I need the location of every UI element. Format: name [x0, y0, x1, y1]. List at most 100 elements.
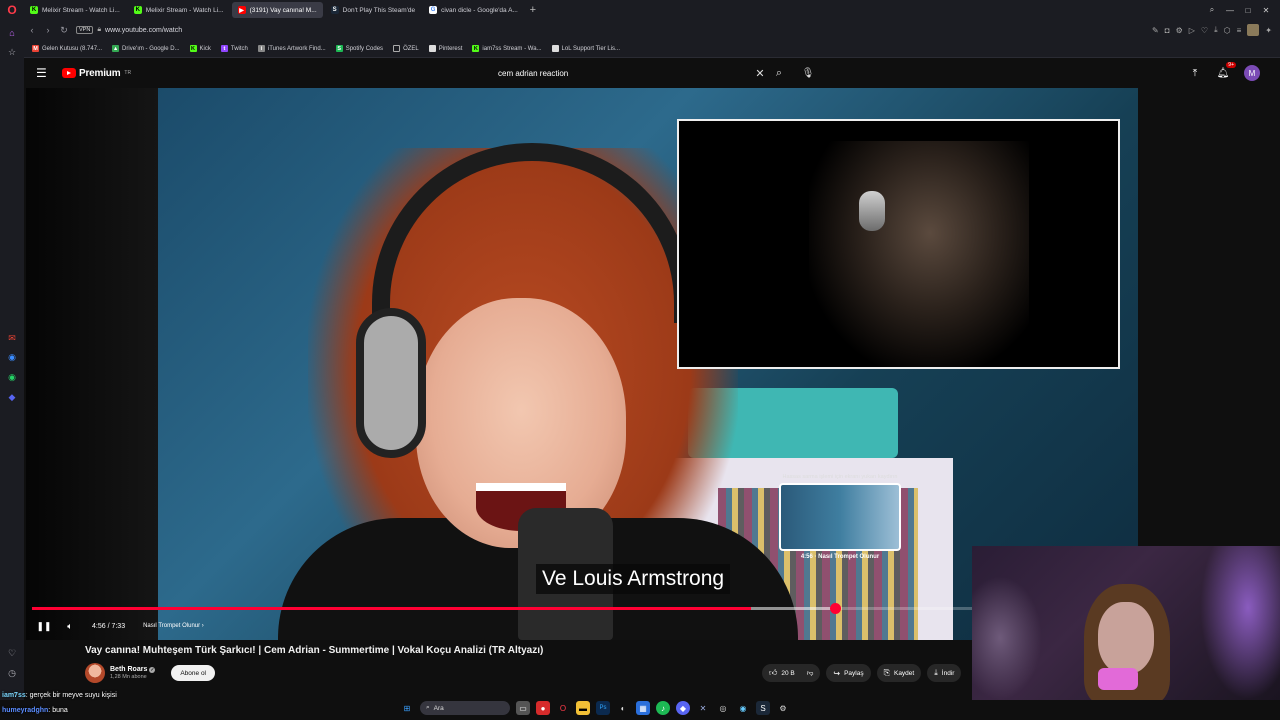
bookmark-folder[interactable]: ÖZEL: [393, 45, 419, 52]
vpn-badge[interactable]: VPN: [76, 26, 94, 34]
discord-icon[interactable]: ◆: [676, 701, 690, 715]
drive-icon: ▲: [112, 45, 120, 52]
channel-avatar[interactable]: [85, 663, 105, 683]
task-view-icon[interactable]: ▭: [516, 701, 530, 715]
back-button[interactable]: ‹: [24, 22, 40, 38]
search-tabs-icon[interactable]: ⌕: [1204, 2, 1220, 18]
notifications-bell-icon[interactable]: 🔔︎ 9+: [1216, 62, 1236, 80]
app-icon[interactable]: ⚙: [776, 701, 790, 715]
messenger-icon[interactable]: ◉: [5, 351, 19, 365]
heart-outline-icon[interactable]: ♡: [1201, 26, 1208, 35]
windows-start-icon[interactable]: ⊞: [400, 701, 414, 715]
gmail-icon[interactable]: ✉: [5, 331, 19, 345]
volume-icon[interactable]: 🔈︎: [62, 618, 78, 634]
dislike-icon[interactable]: 👎︎: [807, 669, 814, 677]
download-button[interactable]: ⤓ İndir: [927, 664, 962, 682]
seek-preview: Hassas sarma işlemi için ekranı yukarı k…: [778, 474, 902, 560]
tab[interactable]: S Don't Play This Steam'de: [325, 2, 421, 18]
search-icon[interactable]: ⌕: [768, 67, 790, 80]
play-icon[interactable]: ▷: [1189, 26, 1195, 35]
subscribe-button[interactable]: Abone ol: [171, 665, 216, 681]
tab[interactable]: K Melixir Stream - Watch Li...: [24, 2, 126, 18]
bookmark-item[interactable]: LoL Support Tier Lis...: [551, 45, 620, 52]
opera-icon[interactable]: O: [556, 701, 570, 715]
scrubber-handle[interactable]: [830, 603, 841, 614]
reload-button[interactable]: ↻: [56, 22, 72, 38]
microphone-icon[interactable]: 🎙︎: [800, 65, 816, 81]
bookmark-item[interactable]: M Gelen Kutusu (8.747...: [32, 45, 102, 52]
app-icon[interactable]: ◐: [616, 701, 630, 715]
pause-icon[interactable]: ❚❚: [36, 618, 52, 634]
search-input[interactable]: [490, 63, 752, 83]
whatsapp-icon[interactable]: ◉: [5, 371, 19, 385]
app-icon[interactable]: ◎: [716, 701, 730, 715]
heart-icon[interactable]: ♡: [5, 647, 19, 661]
clear-search-icon[interactable]: ✕: [752, 67, 768, 80]
video-actions: 👍︎ 20 B 👎︎ ↪ Paylaş ⎘ Kaydet ⤓ İndir: [762, 664, 962, 682]
app-icon[interactable]: ✕: [696, 701, 710, 715]
close-window-button[interactable]: ✕: [1258, 2, 1274, 18]
opera-logo-icon[interactable]: O: [0, 0, 24, 20]
save-button[interactable]: ⎘ Kaydet: [876, 664, 922, 682]
upload-icon[interactable]: ⤒: [1188, 66, 1202, 80]
channel-name[interactable]: Beth Roars ✓: [110, 666, 156, 673]
progress-bar[interactable]: [32, 603, 1132, 614]
app-icon[interactable]: ●: [536, 701, 550, 715]
verified-icon: ✓: [149, 666, 156, 673]
bookmarks-icon[interactable]: ☆: [5, 46, 19, 60]
menu-icon[interactable]: ☰: [36, 66, 56, 80]
app-icon[interactable]: ▦: [636, 701, 650, 715]
chapter-button[interactable]: Nasıl Trompet Olunur ›: [143, 623, 204, 629]
tab[interactable]: Gcivan dicle - Google'da A...: [423, 2, 524, 18]
url-text[interactable]: www.youtube.com/watch: [105, 27, 182, 34]
maximize-button[interactable]: □: [1240, 2, 1256, 18]
headphones-icon: [356, 308, 426, 458]
download-icon[interactable]: ⤓: [1214, 25, 1218, 35]
bookmark-item[interactable]: K Kick: [189, 45, 211, 52]
twitch-icon: t: [220, 45, 228, 52]
bookmark-item[interactable]: Pinterest: [428, 45, 462, 52]
like-button[interactable]: 👍︎ 20 B 👎︎: [762, 664, 821, 682]
video-title: Vay canına! Muhteşem Türk Şarkıcı! | Cem…: [85, 645, 544, 656]
embedded-video: [677, 119, 1120, 369]
new-tab-button[interactable]: +: [526, 3, 540, 17]
account-avatar[interactable]: M: [1244, 65, 1260, 81]
chat-message: humeyradghn: buna: [2, 707, 68, 714]
camera-icon[interactable]: ◘: [1165, 26, 1170, 35]
discord-icon[interactable]: ◆: [5, 391, 19, 405]
history-icon[interactable]: ◷: [5, 666, 19, 680]
share-button[interactable]: ↪ Paylaş: [826, 664, 871, 682]
steam-icon: S: [330, 6, 339, 14]
app-icon[interactable]: ◉: [736, 701, 750, 715]
taskbar-search[interactable]: ⌕ Ara: [420, 701, 510, 715]
settings-icon[interactable]: ⚙: [1176, 26, 1183, 35]
page-icon: i: [257, 45, 265, 52]
spotify-icon[interactable]: ♪: [656, 701, 670, 715]
youtube-logo[interactable]: Premium TR: [62, 68, 131, 79]
steam-icon[interactable]: S: [756, 701, 770, 715]
bookmark-item[interactable]: Kiam7ss Stream - Wa...: [472, 45, 542, 52]
menu-icon[interactable]: ≡: [1237, 26, 1242, 35]
extensions-icon[interactable]: ⬡: [1224, 26, 1231, 35]
home-icon[interactable]: ⌂: [5, 26, 19, 40]
forward-button[interactable]: ›: [40, 22, 56, 38]
photoshop-icon[interactable]: Ps: [596, 701, 610, 715]
bookmark-item[interactable]: i iTunes Artwork Find...: [257, 45, 326, 52]
channel-row: Beth Roars ✓ 1,28 Mn abone Abone ol: [85, 662, 216, 684]
bookmark-item[interactable]: S Spotify Codes: [335, 45, 383, 52]
minimize-button[interactable]: —: [1222, 2, 1238, 18]
webcam-background: [972, 576, 1042, 700]
share-icon: ↪: [833, 668, 841, 678]
file-explorer-icon[interactable]: ▬: [576, 701, 590, 715]
bookmark-item[interactable]: t Twitch: [220, 45, 248, 52]
bookmark-item[interactable]: ▲ Drive'ım - Google D...: [112, 45, 180, 52]
tab-active[interactable]: ▶ (3191) Vay canına! M...: [231, 2, 323, 18]
ai-icon[interactable]: ✦: [1265, 26, 1272, 35]
webcam-background: [1200, 546, 1280, 700]
microphone-icon: [859, 191, 885, 231]
folder-icon: [393, 45, 401, 52]
youtube-icon: ▶: [237, 6, 246, 14]
profile-avatar[interactable]: [1247, 24, 1260, 36]
edit-icon[interactable]: ✎: [1152, 26, 1159, 35]
tab[interactable]: K Melixir Stream - Watch Li...: [128, 2, 230, 18]
